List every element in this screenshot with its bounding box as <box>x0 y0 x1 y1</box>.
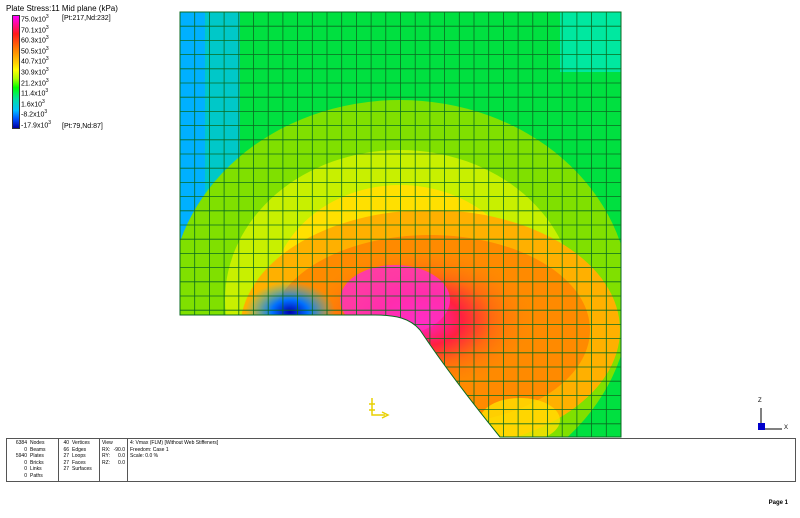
stat-value: 27 <box>63 466 69 472</box>
node-element-counts: 6384 Nodes 0 Beams 5940 Plates 0 Bricks 0 Links 0 P… <box>9 440 56 479</box>
coldspot <box>245 282 335 342</box>
axis-triad-icon <box>758 408 782 430</box>
legend-level-value: 30.9 <box>21 69 35 77</box>
load-case-info-column: 4: Vmax (FLM) [Without Web Stiffeners] F… <box>128 439 795 481</box>
axis-x-label: X <box>784 425 789 431</box>
legend-level-value: 1.6 <box>21 101 31 109</box>
legend-level-exponent: 3 <box>45 56 49 63</box>
stat-label: Paths <box>30 472 43 479</box>
stat-row: 27 Surfaces <box>61 466 97 473</box>
field-corner-teal <box>560 12 621 72</box>
axis-z-label: Z <box>758 398 762 404</box>
legend-level-value: 60.3 <box>21 37 35 45</box>
status-info-bar: 6384 Nodes 0 Beams 5940 Plates 0 Bricks 0 Links 0 P… <box>6 438 796 482</box>
legend-title: Plate Stress:11 Mid plane (kPa) <box>6 4 118 13</box>
legend-level-exponent: 3 <box>48 120 52 126</box>
legend-level-value: 11.4 <box>21 90 35 98</box>
scale-value: Scale: 0.0 % <box>130 453 159 459</box>
legend-level-value: -17.9 <box>21 122 37 130</box>
legend-level-exponent: 3 <box>45 24 49 31</box>
contour-legend: Plate Stress:11 Mid plane (kPa) 75.0x103… <box>6 4 166 144</box>
plate-mesh <box>180 12 621 437</box>
view-axis-label: RZ: <box>102 459 111 466</box>
legend-level-value: -8.2 <box>21 111 34 119</box>
stat-row: 0 Paths <box>9 473 56 480</box>
legend-level-value: 40.7 <box>21 58 35 66</box>
stat-value: 0 <box>24 472 27 479</box>
legend-min-point: [Pt:79,Nd:87] <box>62 123 103 130</box>
legend-level-exponent: 3 <box>42 98 45 105</box>
origin-marker-icon <box>369 398 390 419</box>
model-counts-column: 6384 Nodes 0 Beams 5940 Plates 0 Bricks 0 Links 0 P… <box>7 439 59 481</box>
legend-level-exponent: 3 <box>45 14 49 20</box>
model-viewport[interactable]: Z X Plate Stress:11 Mid plane (kPa) 75.0… <box>0 0 800 438</box>
stat-label: Surfaces <box>72 466 92 472</box>
legend-level-exponent: 3 <box>45 67 49 73</box>
legend-max-point: [Pt:217,Nd:232] <box>62 15 111 22</box>
geometry-counts-column: 40 Vertices 66 Edges 27 Loops 27 Faces 27 Surface… <box>59 439 100 481</box>
legend-level-value: 50.5 <box>21 48 35 56</box>
legend-color-bar <box>12 15 20 129</box>
legend-level-value: 21.2 <box>21 79 35 87</box>
view-rotation-column: View RX: -90.0 RY: 0.0 RZ: 0.0 <box>100 439 128 481</box>
view-rotation-values: RX: -90.0 RY: 0.0 RZ: 0.0 <box>102 447 125 467</box>
view-axis-value: 0.0 <box>118 459 125 466</box>
legend-level-exponent: 3 <box>45 35 49 42</box>
legend-level-exponent: 3 <box>45 45 49 52</box>
legend-level-exponent: 3 <box>44 109 48 116</box>
legend-level-exponent: 3 <box>45 77 49 84</box>
legend-level-exponent: 3 <box>45 88 49 95</box>
legend-level-10: -17.9x103 <box>21 120 52 130</box>
geometry-counts: 40 Vertices 66 Edges 27 Loops 27 Faces 27 Surface… <box>61 440 97 473</box>
page-number: Page 1 <box>768 500 788 506</box>
legend-level-value: 75.0 <box>21 16 35 24</box>
legend-level-value: 70.1 <box>21 26 35 34</box>
view-row: RZ: 0.0 <box>102 460 125 467</box>
